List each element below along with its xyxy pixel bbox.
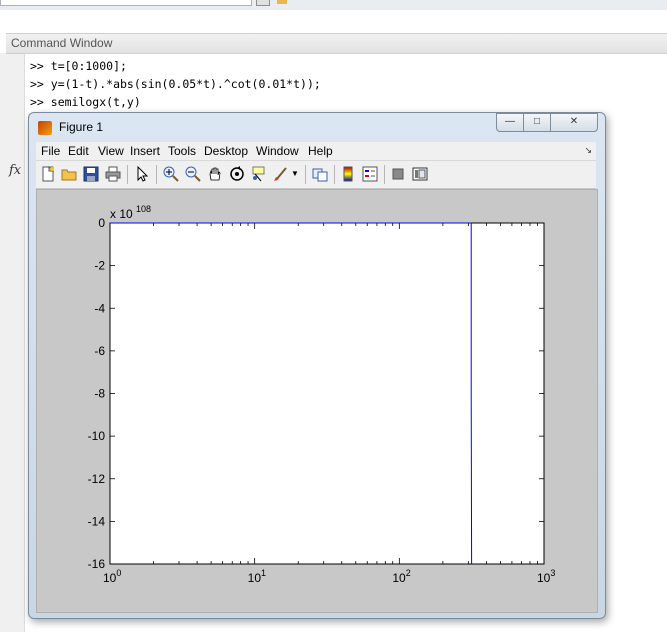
pointer-icon[interactable] xyxy=(133,165,151,183)
y-tick-label: -16 xyxy=(88,557,106,571)
toolbar-separator xyxy=(127,165,128,184)
save-icon[interactable] xyxy=(82,165,100,183)
y-tick-label: -2 xyxy=(94,259,105,273)
command-line: >> semilogx(t,y) xyxy=(30,95,141,109)
y-exponent-label: x 10 108 xyxy=(110,204,151,221)
menu-tools[interactable]: Tools xyxy=(168,144,196,158)
y-tick-label: -4 xyxy=(94,301,105,315)
x-tick-label: 100 xyxy=(103,568,121,585)
zoom-out-icon[interactable] xyxy=(184,165,202,183)
menu-desktop[interactable]: Desktop xyxy=(204,144,248,158)
command-line: >> t=[0:1000]; xyxy=(30,59,127,73)
close-button[interactable]: ✕ xyxy=(550,113,598,132)
browse-dropdown-button[interactable] xyxy=(256,0,270,6)
data-cursor-icon[interactable] xyxy=(250,165,268,183)
brush-icon[interactable] xyxy=(272,165,290,183)
rotate-3d-icon[interactable] xyxy=(228,165,246,183)
y-tick-label: -6 xyxy=(94,344,105,358)
current-folder-field[interactable] xyxy=(0,0,252,6)
menu-window[interactable]: Window xyxy=(256,144,299,158)
x-tick-label: 101 xyxy=(248,568,266,585)
plot-svg[interactable]: 100 101 102 103 0 -2 -4 -6 -8 -10 -12 -14 -16 x 10 1… xyxy=(37,190,597,612)
y-exponent-power: 108 xyxy=(136,204,151,214)
top-toolbar-strip xyxy=(0,0,667,10)
menu-help[interactable]: Help xyxy=(308,144,333,158)
axes-background xyxy=(109,222,545,565)
show-plot-tools-icon[interactable] xyxy=(411,165,429,183)
y-tick-label: -8 xyxy=(94,387,105,401)
browse-folder-icon[interactable] xyxy=(277,0,287,4)
y-tick-label: -10 xyxy=(88,429,106,443)
function-browser-icon[interactable]: fx xyxy=(9,163,21,178)
toolbar-separator xyxy=(334,165,335,184)
y-tick-label: -14 xyxy=(88,514,106,528)
command-window-header: Command Window xyxy=(6,33,667,54)
command-window-title: Command Window xyxy=(11,36,113,50)
y-exponent-base: x 10 xyxy=(110,207,133,221)
matlab-logo-icon xyxy=(38,121,52,135)
figure-window: Figure 1 — □ ✕ File Edit View Insert Too… xyxy=(28,112,606,619)
link-plot-icon[interactable] xyxy=(311,165,329,183)
x-tick-label: 103 xyxy=(537,568,555,585)
print-icon[interactable] xyxy=(104,165,122,183)
figure-menubar: File Edit View Insert Tools Desktop Wind… xyxy=(36,142,596,161)
open-file-icon[interactable] xyxy=(60,165,78,183)
colorbar-icon[interactable] xyxy=(339,165,357,183)
menu-file[interactable]: File xyxy=(41,144,60,158)
dock-arrow-icon[interactable]: ↘ xyxy=(584,145,592,156)
figure-canvas[interactable]: 100 101 102 103 0 -2 -4 -6 -8 -10 -12 -14 -16 x 10 1… xyxy=(36,189,598,613)
brush-dropdown-icon[interactable]: ▼ xyxy=(290,165,300,183)
toolbar-separator xyxy=(156,165,157,184)
maximize-button[interactable]: □ xyxy=(523,113,551,132)
menu-insert[interactable]: Insert xyxy=(130,144,160,158)
new-figure-icon[interactable] xyxy=(39,165,57,183)
toolbar-separator xyxy=(305,165,306,184)
figure-titlebar[interactable]: Figure 1 — □ ✕ xyxy=(29,113,605,141)
zoom-in-icon[interactable] xyxy=(162,165,180,183)
command-window-gutter xyxy=(0,53,25,632)
minimize-button[interactable]: — xyxy=(496,113,524,132)
figure-toolbar: ▼ xyxy=(36,161,596,189)
hide-plot-tools-icon[interactable] xyxy=(389,165,407,183)
figure-title: Figure 1 xyxy=(59,120,104,134)
y-tick-label: 0 xyxy=(98,216,105,230)
pan-icon[interactable] xyxy=(206,165,224,183)
menu-edit[interactable]: Edit xyxy=(68,144,89,158)
menu-view[interactable]: View xyxy=(98,144,124,158)
toolbar-separator xyxy=(384,165,385,184)
legend-icon[interactable] xyxy=(361,165,379,183)
y-tick-label: -12 xyxy=(88,472,106,486)
command-line: >> y=(1-t).*abs(sin(0.05*t).^cot(0.01*t)… xyxy=(30,77,321,91)
x-tick-label: 102 xyxy=(392,568,410,585)
